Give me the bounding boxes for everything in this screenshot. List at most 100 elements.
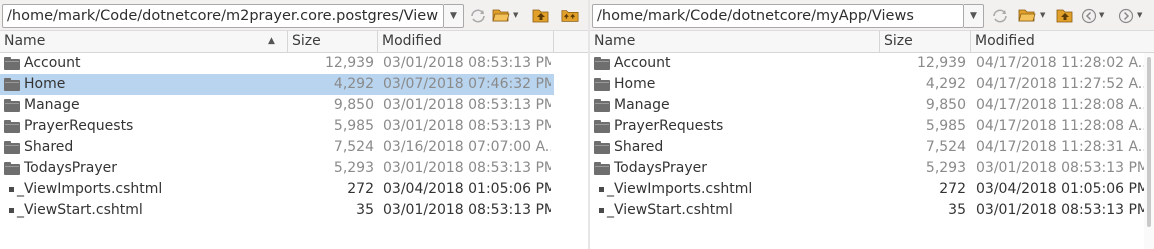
item-modified: 04/17/2018 11:28:08 A...: [976, 97, 1144, 113]
item-size: 35: [356, 202, 374, 218]
folder-icon: [594, 141, 610, 154]
right-path-dropdown-button[interactable]: ▼: [964, 4, 984, 28]
right-path-input[interactable]: [593, 5, 963, 27]
folder-menu-arrow-icon[interactable]: ▼: [513, 11, 518, 19]
list-item-selected[interactable]: Home 4,292 03/07/2018 07:46:32 PM: [0, 74, 554, 95]
list-item[interactable]: PrayerRequests 5,985 03/01/2018 08:53:13…: [0, 116, 554, 137]
item-modified: 03/04/2018 01:05:06 PM: [383, 181, 551, 197]
item-modified: 03/01/2018 08:53:13 PM: [383, 160, 551, 176]
item-size: 5,985: [925, 118, 966, 134]
folder-icon: [594, 120, 610, 133]
forward-menu-arrow-icon[interactable]: ▼: [1137, 11, 1142, 19]
list-item[interactable]: _ViewStart.cshtml 35 03/01/2018 08:53:13…: [0, 200, 554, 221]
column-size-label: Size: [292, 33, 321, 49]
item-name: _ViewImports.cshtml: [607, 181, 753, 197]
right-pane: ▼ ▼ ▼ ▼ Name Size Modified: [590, 0, 1154, 249]
left-path-field[interactable]: [2, 4, 444, 28]
item-modified: 04/17/2018 11:27:52 A...: [976, 76, 1144, 92]
refresh-icon[interactable]: [991, 7, 1009, 24]
item-modified: 04/17/2018 11:28:02 A...: [976, 55, 1144, 71]
item-size: 4,292: [333, 76, 374, 92]
forward-icon[interactable]: [1117, 7, 1135, 24]
item-modified: 04/17/2018 11:28:31 A...: [976, 139, 1144, 155]
list-item[interactable]: Account 12,939 04/17/2018 11:28:02 A...: [590, 53, 1144, 74]
list-item[interactable]: Shared 7,524 04/17/2018 11:28:31 A...: [590, 137, 1144, 158]
folder-menu-arrow-icon[interactable]: ▼: [1040, 11, 1045, 19]
item-size: 12,939: [325, 55, 374, 71]
item-size: 5,293: [333, 160, 374, 176]
item-modified: 03/07/2018 07:46:32 PM: [383, 76, 551, 92]
left-column-header: Name ▲ Size Modified: [0, 31, 588, 53]
parent-folder-icon[interactable]: [1056, 7, 1074, 24]
left-toolbar: ▼ ▼: [0, 0, 588, 31]
item-modified: 03/01/2018 08:53:13 PM: [976, 202, 1144, 218]
item-size: 12,939: [917, 55, 966, 71]
folder-icon: [4, 162, 20, 175]
folder-icon: [4, 57, 20, 70]
left-pane: ▼ ▼ Name ▲ Size Modified Account: [0, 0, 588, 249]
file-icon: [9, 208, 14, 213]
back-icon[interactable]: [1080, 7, 1098, 24]
item-modified: 03/01/2018 08:53:13 PM: [383, 97, 551, 113]
list-item[interactable]: TodaysPrayer 5,293 03/01/2018 08:53:13 P…: [590, 158, 1144, 179]
parent-folder-icon[interactable]: [532, 7, 550, 24]
column-modified-label: Modified: [975, 33, 1035, 49]
item-name: _ViewImports.cshtml: [17, 181, 163, 197]
item-name: PrayerRequests: [24, 118, 134, 134]
list-item[interactable]: Shared 7,524 03/16/2018 07:07:00 A...: [0, 137, 554, 158]
item-size: 272: [347, 181, 374, 197]
item-size: 35: [948, 202, 966, 218]
list-item[interactable]: PrayerRequests 5,985 04/17/2018 11:28:08…: [590, 116, 1144, 137]
back-menu-arrow-icon[interactable]: ▼: [1099, 11, 1104, 19]
column-name-header[interactable]: Name: [0, 31, 288, 53]
folder-open-icon[interactable]: [492, 7, 510, 24]
item-modified: 03/01/2018 08:53:13 PM: [383, 202, 551, 218]
right-path-field[interactable]: [592, 4, 964, 28]
item-size: 7,524: [333, 139, 374, 155]
left-path-dropdown-button[interactable]: ▼: [444, 4, 464, 28]
item-size: 5,293: [925, 160, 966, 176]
column-size-header[interactable]: Size: [880, 31, 971, 53]
list-item[interactable]: _ViewImports.cshtml 272 03/04/2018 01:05…: [590, 179, 1144, 200]
refresh-icon[interactable]: [469, 7, 487, 24]
folder-icon: [594, 99, 610, 112]
sort-ascending-icon: ▲: [268, 36, 275, 46]
item-modified: 03/01/2018 08:53:13 PM: [383, 55, 551, 71]
item-name: Home: [614, 76, 656, 92]
column-size-label: Size: [884, 33, 913, 49]
right-vertical-scrollbar[interactable]: [1144, 53, 1154, 249]
item-size: 272: [939, 181, 966, 197]
item-name: Shared: [24, 139, 74, 155]
column-modified-header[interactable]: Modified: [378, 31, 554, 53]
left-path-input[interactable]: [3, 5, 443, 27]
file-icon: [599, 208, 604, 213]
item-name: Shared: [614, 139, 664, 155]
column-size-header[interactable]: Size: [288, 31, 378, 53]
scrollbar-thumb[interactable]: [1147, 57, 1151, 227]
item-size: 4,292: [925, 76, 966, 92]
list-item[interactable]: Manage 9,850 03/01/2018 08:53:13 PM: [0, 95, 554, 116]
list-item[interactable]: Manage 9,850 04/17/2018 11:28:08 A...: [590, 95, 1144, 116]
column-modified-header[interactable]: Modified: [971, 31, 1154, 53]
item-name: Manage: [24, 97, 80, 113]
folder-open-icon[interactable]: [1018, 7, 1036, 24]
column-name-label: Name: [594, 33, 636, 49]
item-name: Manage: [614, 97, 670, 113]
list-item[interactable]: Account 12,939 03/01/2018 08:53:13 PM: [0, 53, 554, 74]
column-name-header[interactable]: Name: [590, 31, 880, 53]
item-name: TodaysPrayer: [24, 160, 117, 176]
item-name: _ViewStart.cshtml: [17, 202, 143, 218]
right-toolbar: ▼ ▼ ▼ ▼: [590, 0, 1154, 31]
list-item[interactable]: _ViewStart.cshtml 35 03/01/2018 08:53:13…: [590, 200, 1144, 221]
sync-folders-icon[interactable]: [561, 7, 579, 24]
item-modified: 03/01/2018 08:53:13 PM: [976, 160, 1144, 176]
list-item[interactable]: Home 4,292 04/17/2018 11:27:52 A...: [590, 74, 1144, 95]
item-modified: 03/01/2018 08:53:13 PM: [383, 118, 551, 134]
column-name-label: Name: [4, 33, 46, 49]
right-column-header: Name Size Modified: [590, 31, 1154, 53]
list-item[interactable]: TodaysPrayer 5,293 03/01/2018 08:53:13 P…: [0, 158, 554, 179]
file-icon: [9, 187, 14, 192]
item-name: Account: [24, 55, 81, 71]
list-item[interactable]: _ViewImports.cshtml 272 03/04/2018 01:05…: [0, 179, 554, 200]
folder-icon: [4, 78, 20, 91]
